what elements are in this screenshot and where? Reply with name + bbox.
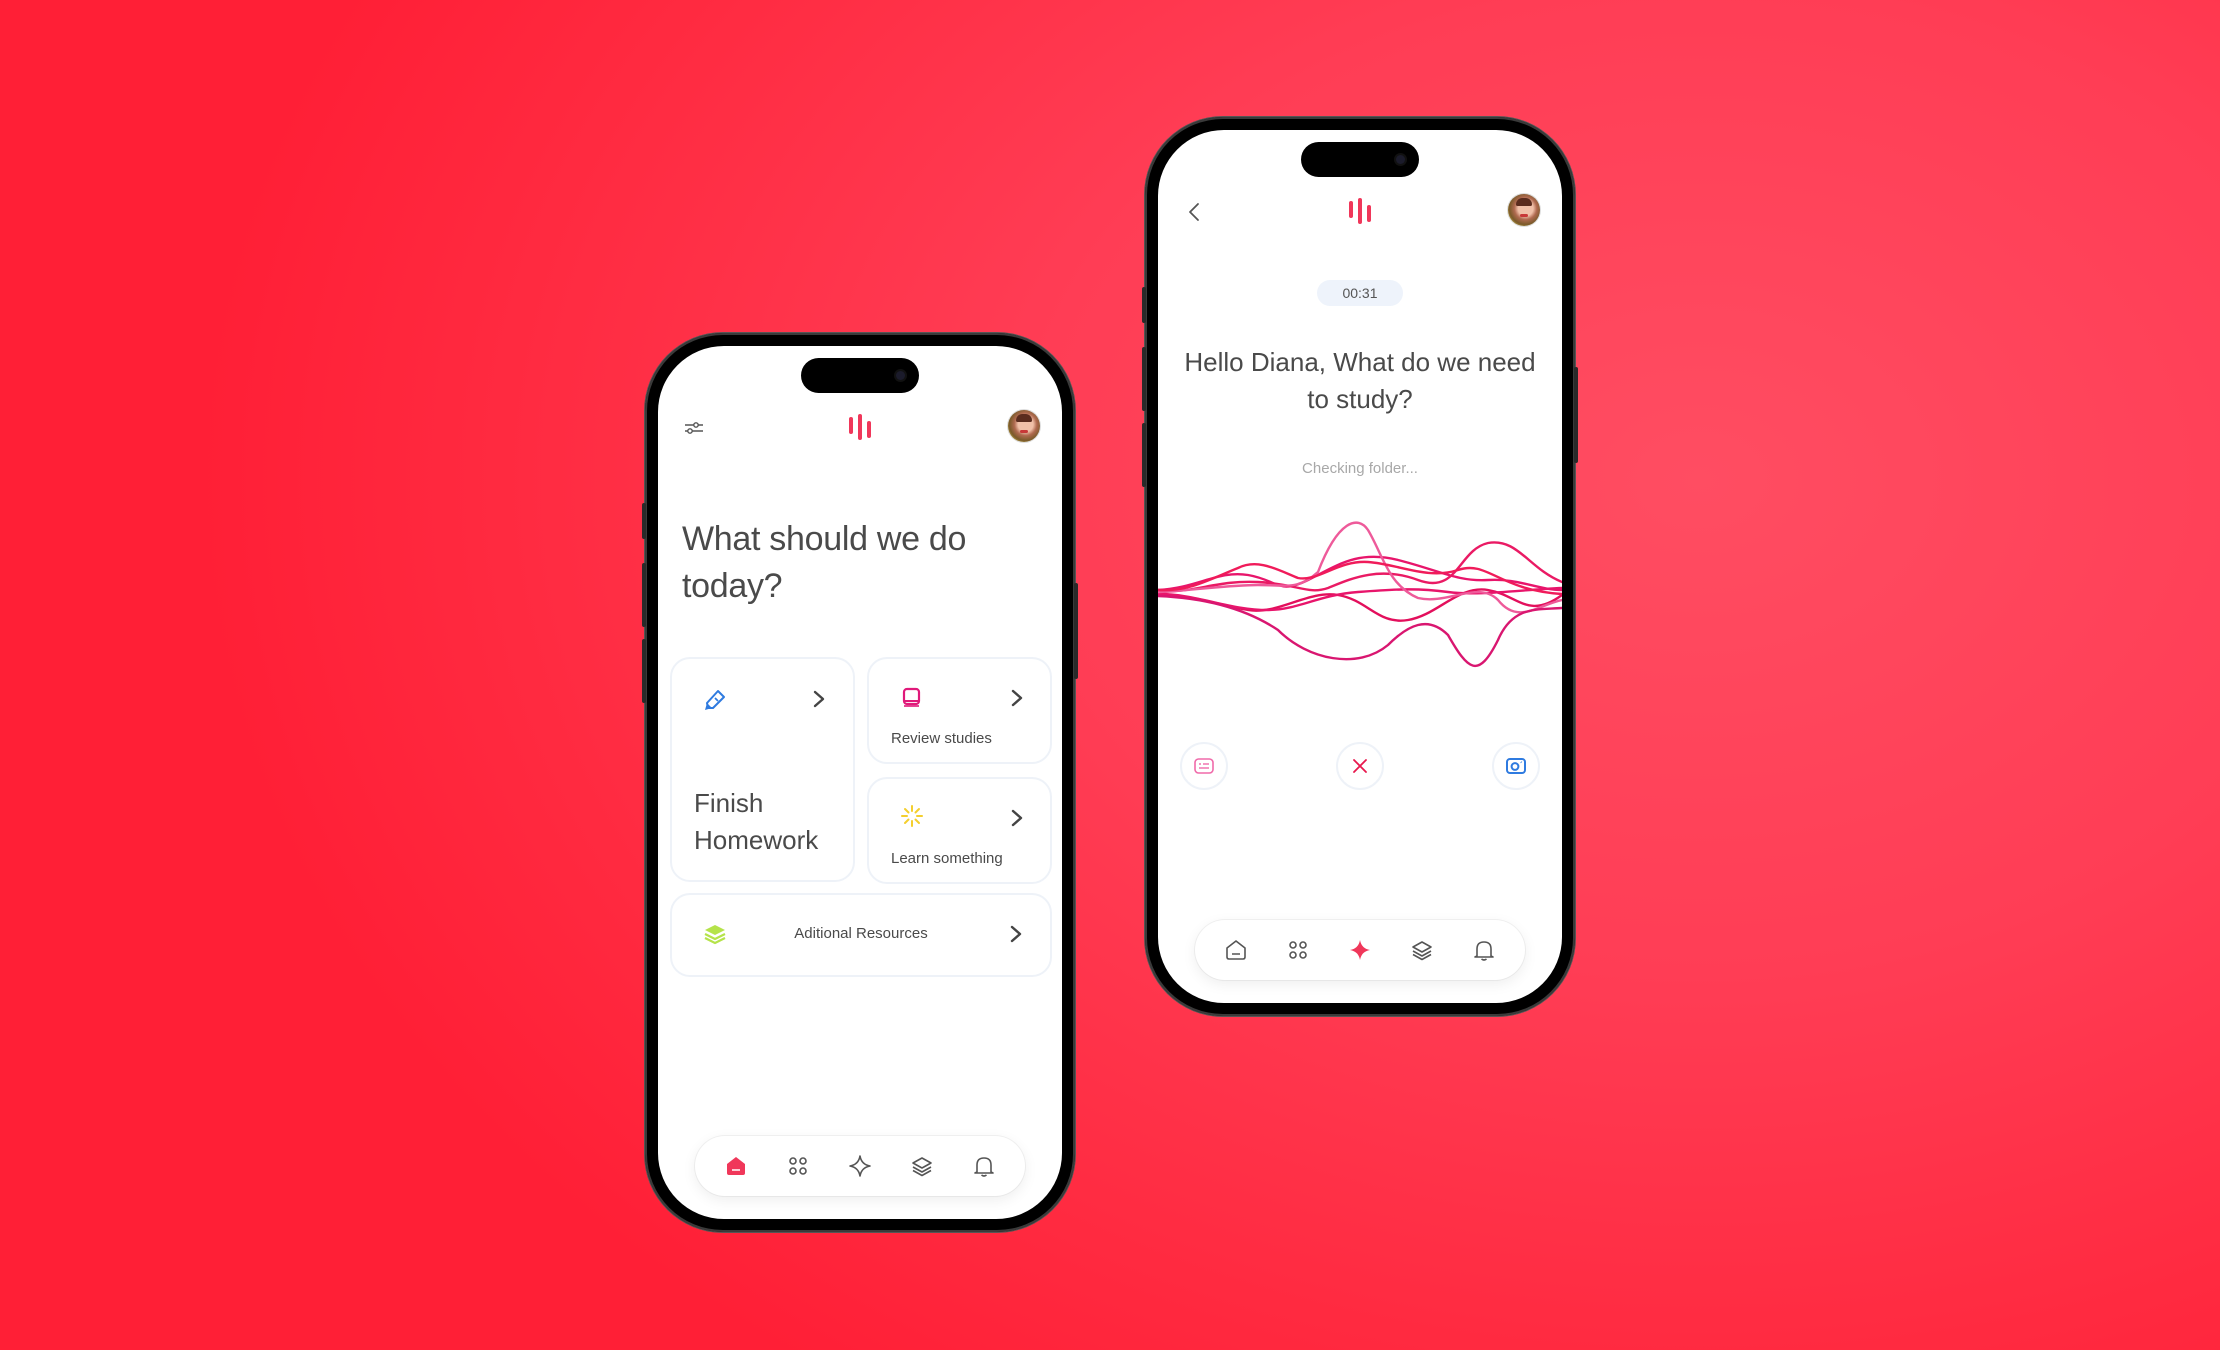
home-icon <box>1226 940 1246 960</box>
tab-apps[interactable] <box>1278 930 1318 970</box>
back-chevron-icon <box>1189 203 1199 221</box>
side-button <box>642 563 646 627</box>
home-icon <box>727 1157 745 1175</box>
sound-bars-logo <box>849 414 871 440</box>
tab-bar <box>1195 920 1525 980</box>
close-icon <box>1353 759 1367 773</box>
side-button <box>1074 583 1078 679</box>
chevron-right-icon <box>813 690 825 708</box>
side-button <box>1142 287 1146 323</box>
home-screen: What should we do today? Finish Homework <box>658 346 1062 1219</box>
status-text: Checking folder... <box>1302 460 1418 477</box>
chevron-right-icon <box>1011 689 1023 707</box>
bell-icon <box>1474 941 1494 961</box>
side-button <box>642 503 646 539</box>
side-button <box>642 639 646 703</box>
card-label: Review studies <box>891 730 992 747</box>
card-label: Finish Homework <box>694 788 819 855</box>
back-button[interactable] <box>1180 198 1208 226</box>
phone-voice: 00:31 Hello Diana, What do we need to st… <box>1142 117 1578 1016</box>
card-finish-homework[interactable]: Finish Homework <box>670 657 855 882</box>
card-additional-resources[interactable]: Aditional Resources <box>670 893 1052 977</box>
side-button <box>1142 423 1146 487</box>
page-title: What should we do today? <box>682 520 967 605</box>
tab-home[interactable] <box>1216 930 1256 970</box>
tab-sparkle[interactable] <box>1340 930 1380 970</box>
tab-notifications[interactable] <box>1464 930 1504 970</box>
wave-line <box>1158 594 1562 667</box>
sparkle-burst-icon <box>901 805 923 827</box>
chevron-right-icon <box>1010 925 1022 943</box>
book-icon <box>902 687 921 707</box>
wave-line <box>1158 586 1562 612</box>
apps-grid-icon <box>1289 941 1307 959</box>
dynamic-island <box>801 358 919 393</box>
greeting-text: Hello Diana, What do we need to study? <box>1184 347 1536 414</box>
side-button <box>1574 367 1578 463</box>
bell-icon <box>974 1157 994 1177</box>
wave-line <box>1158 541 1562 594</box>
tab-bar <box>695 1136 1025 1196</box>
card-label: Learn something <box>891 850 1003 867</box>
dynamic-island <box>1301 142 1419 177</box>
tab-notifications[interactable] <box>964 1146 1004 1186</box>
avatar[interactable] <box>1508 194 1540 226</box>
tab-home[interactable] <box>716 1146 756 1186</box>
tab-layers[interactable] <box>1402 930 1442 970</box>
tab-apps[interactable] <box>778 1146 818 1186</box>
card-learn-something[interactable]: Learn something <box>867 777 1052 884</box>
wave-line <box>1158 521 1562 614</box>
captions-button[interactable] <box>1180 742 1228 790</box>
apps-grid-icon <box>789 1157 807 1175</box>
filter-button[interactable] <box>680 414 708 442</box>
layers-icon <box>1412 941 1432 961</box>
sparkle-icon <box>1350 940 1370 960</box>
avatar[interactable] <box>1008 410 1040 442</box>
card-review-studies[interactable]: Review studies <box>867 657 1052 764</box>
voice-screen: 00:31 Hello Diana, What do we need to st… <box>1158 130 1562 1003</box>
side-button <box>1142 347 1146 411</box>
camera-button[interactable] <box>1492 742 1540 790</box>
close-button[interactable] <box>1336 742 1384 790</box>
voice-waveform <box>1158 521 1562 667</box>
sparkle-icon <box>849 1155 871 1177</box>
captions-icon <box>1194 758 1214 774</box>
layers-icon <box>912 1157 932 1177</box>
sound-bars-logo <box>1349 198 1371 224</box>
chevron-right-icon <box>1011 809 1023 827</box>
home-header <box>658 408 1062 448</box>
phone-home: What should we do today? Finish Homework <box>642 333 1078 1232</box>
voice-header <box>1158 192 1562 232</box>
tab-sparkle[interactable] <box>840 1146 880 1186</box>
card-label: Aditional Resources <box>794 925 928 942</box>
tab-layers[interactable] <box>902 1146 942 1186</box>
pencil-icon <box>705 690 725 710</box>
wave-line <box>1158 560 1562 596</box>
sliders-icon <box>685 422 703 434</box>
camera-icon <box>1506 758 1526 774</box>
timer-badge: 00:31 <box>1317 280 1403 306</box>
